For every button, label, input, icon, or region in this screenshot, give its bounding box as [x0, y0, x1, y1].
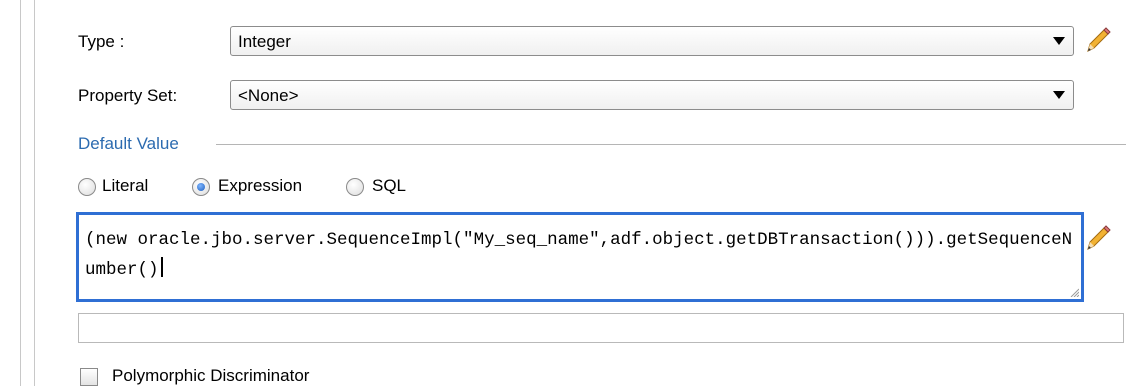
expression-textarea[interactable]: (new oracle.jbo.server.SequenceImpl("My_…: [76, 212, 1084, 302]
type-dropdown-value: Integer: [238, 32, 291, 51]
resize-grip-icon[interactable]: [1069, 287, 1079, 297]
radio-literal-label[interactable]: Literal: [102, 176, 148, 196]
gutter-divider-2: [34, 0, 35, 386]
chevron-down-icon: [1053, 37, 1065, 45]
radio-expression-label[interactable]: Expression: [218, 176, 302, 196]
radio-expression[interactable]: [192, 178, 210, 196]
secondary-value-field[interactable]: [78, 313, 1124, 343]
polymorphic-discriminator-checkbox[interactable]: [80, 368, 98, 386]
expression-text: (new oracle.jbo.server.SequenceImpl("My_…: [85, 230, 1073, 280]
radio-literal[interactable]: [78, 178, 96, 196]
polymorphic-discriminator-label[interactable]: Polymorphic Discriminator: [112, 366, 309, 386]
expression-text-container: (new oracle.jbo.server.SequenceImpl("My_…: [85, 225, 1075, 285]
section-divider: [216, 144, 1126, 145]
property-set-dropdown[interactable]: <None>: [230, 80, 1074, 110]
property-set-label: Property Set:: [78, 86, 178, 105]
property-set-dropdown-value: <None>: [238, 86, 299, 105]
type-label: Type :: [78, 32, 125, 51]
gutter-divider-1: [20, 0, 21, 386]
pencil-icon[interactable]: [1082, 222, 1112, 252]
default-value-section-title: Default Value: [78, 134, 179, 153]
radio-sql-label[interactable]: SQL: [372, 176, 406, 196]
type-dropdown[interactable]: Integer: [230, 26, 1074, 56]
pencil-icon[interactable]: [1082, 24, 1112, 54]
radio-sql[interactable]: [346, 178, 364, 196]
chevron-down-icon: [1053, 91, 1065, 99]
text-caret: [160, 257, 163, 277]
